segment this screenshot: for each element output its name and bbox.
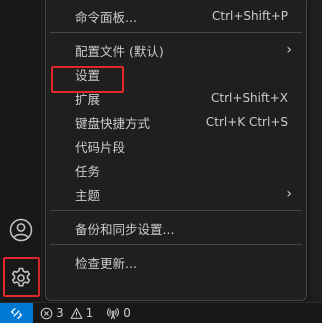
menu-separator (50, 210, 302, 211)
error-icon (40, 307, 53, 319)
manage-context-menu: 命令面板... Ctrl+Shift+P 配置文件 (默认) › 设置 扩展 C… (45, 0, 307, 301)
menu-item-themes[interactable]: 主题 › (50, 182, 302, 206)
ports-status[interactable]: 0 (98, 303, 136, 323)
menu-item-command-palette[interactable]: 命令面板... Ctrl+Shift+P (50, 4, 302, 28)
warning-icon (70, 307, 83, 319)
broadcast-icon (107, 307, 120, 319)
menu-item-profiles[interactable]: 配置文件 (默认) › (50, 38, 302, 62)
menu-item-keyboard-shortcuts[interactable]: 键盘快捷方式 Ctrl+K Ctrl+S (50, 110, 302, 134)
menu-item-settings[interactable]: 设置 (50, 62, 302, 86)
problems-status[interactable]: 3 1 (33, 303, 98, 323)
menu-item-label: 命令面板... (75, 9, 137, 25)
menu-item-shortcut: Ctrl+K Ctrl+S (205, 115, 288, 129)
manage-gear-icon[interactable] (0, 258, 42, 298)
menu-item-label: 主题 (75, 187, 101, 203)
remote-indicator-button[interactable] (0, 303, 33, 323)
menu-item-backup-sync[interactable]: 备份和同步设置... (50, 216, 302, 240)
status-bar: 3 1 0 (0, 302, 322, 323)
menu-item-label: 设置 (75, 67, 101, 83)
menu-item-label: 检查更新... (75, 255, 137, 271)
menu-separator (50, 32, 302, 33)
activity-bar (0, 0, 42, 302)
menu-item-snippets[interactable]: 代码片段 (50, 134, 302, 158)
menu-item-shortcut: Ctrl+Shift+X (211, 91, 288, 105)
menu-item-label: 扩展 (75, 91, 101, 107)
menu-item-tasks[interactable]: 任务 (50, 158, 302, 182)
menu-item-label: 代码片段 (75, 139, 126, 155)
remote-icon (10, 307, 23, 319)
warning-count: 1 (85, 306, 94, 320)
ports-count: 0 (123, 306, 131, 320)
chevron-right-icon: › (286, 42, 292, 58)
chevron-right-icon: › (286, 186, 292, 202)
menu-item-extensions[interactable]: 扩展 Ctrl+Shift+X (50, 86, 302, 110)
menu-item-label: 任务 (75, 163, 101, 179)
menu-item-check-updates[interactable]: 检查更新... (50, 250, 302, 274)
account-icon[interactable] (0, 210, 42, 250)
menu-item-shortcut: Ctrl+Shift+P (212, 9, 288, 23)
menu-item-label: 备份和同步设置... (75, 221, 175, 237)
menu-separator (50, 244, 302, 245)
menu-item-label: 键盘快捷方式 (75, 115, 151, 131)
error-count: 3 (56, 306, 64, 320)
menu-item-label: 配置文件 (默认) (75, 43, 164, 59)
